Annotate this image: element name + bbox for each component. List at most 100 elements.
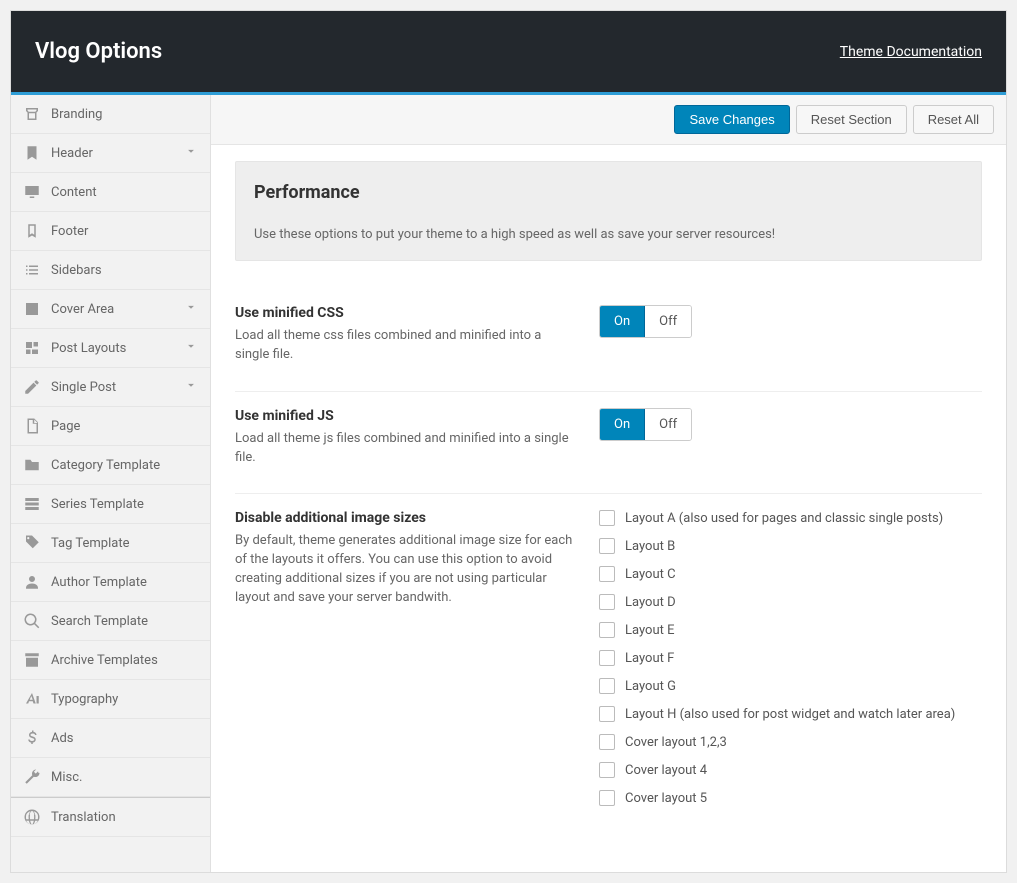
bookmark-outline-icon <box>23 222 41 240</box>
user-icon <box>23 573 41 591</box>
sidebar-item-tag-template[interactable]: Tag Template <box>11 524 210 563</box>
sidebar-label: Ads <box>51 731 74 746</box>
save-changes-button[interactable]: Save Changes <box>674 105 789 134</box>
sidebar-item-misc[interactable]: Misc. <box>11 758 210 797</box>
content-area: Save Changes Reset Section Reset All Per… <box>211 95 1006 872</box>
sidebar-label: Page <box>51 419 80 434</box>
sidebar-label: Category Template <box>51 458 160 473</box>
field-title: Use minified CSS <box>235 305 575 321</box>
section-description: Use these options to put your theme to a… <box>254 227 963 242</box>
checkbox-icon <box>599 510 615 526</box>
sidebar-label: Single Post <box>51 380 116 395</box>
checkbox-layout-d[interactable]: Layout D <box>599 594 982 610</box>
checkbox-icon <box>599 538 615 554</box>
sidebar-item-footer[interactable]: Footer <box>11 212 210 251</box>
chevron-down-icon <box>184 339 198 357</box>
checkbox-label: Layout H (also used for post widget and … <box>625 707 955 722</box>
sidebar-item-sidebars[interactable]: Sidebars <box>11 251 210 290</box>
sidebar-item-typography[interactable]: Typography <box>11 680 210 719</box>
sidebar-item-series-template[interactable]: Series Template <box>11 485 210 524</box>
field-description: By default, theme generates additional i… <box>235 532 575 607</box>
sidebar-item-author-template[interactable]: Author Template <box>11 563 210 602</box>
typography-icon <box>23 690 41 708</box>
sidebar-label: Tag Template <box>51 536 129 551</box>
sidebar-item-content[interactable]: Content <box>11 173 210 212</box>
sidebar-label: Translation <box>51 810 116 825</box>
sidebar-item-ads[interactable]: Ads <box>11 719 210 758</box>
checkbox-layout-e[interactable]: Layout E <box>599 622 982 638</box>
checkbox-cover-5[interactable]: Cover layout 5 <box>599 790 982 806</box>
documentation-link[interactable]: Theme Documentation <box>840 44 982 60</box>
field-disable-image-sizes: Disable additional image sizes By defaul… <box>235 494 982 832</box>
section-title: Performance <box>254 182 963 203</box>
checkbox-layout-g[interactable]: Layout G <box>599 678 982 694</box>
monitor-icon <box>23 183 41 201</box>
checkbox-label: Layout F <box>625 651 674 666</box>
pencil-icon <box>23 378 41 396</box>
list-icon <box>23 261 41 279</box>
panel-header: Vlog Options Theme Documentation <box>11 11 1006 95</box>
sidebar-item-page[interactable]: Page <box>11 407 210 446</box>
sidebar-item-cover-area[interactable]: Cover Area <box>11 290 210 329</box>
section-header: Performance Use these options to put you… <box>235 161 982 261</box>
square-icon <box>23 300 41 318</box>
checkbox-icon <box>599 706 615 722</box>
checkbox-icon <box>599 678 615 694</box>
checkbox-label: Layout E <box>625 623 674 638</box>
field-minified-css: Use minified CSS Load all theme css file… <box>235 289 982 392</box>
sidebar-label: Content <box>51 185 97 200</box>
sidebar-label: Footer <box>51 224 88 239</box>
sidebar-item-branding[interactable]: Branding <box>11 95 210 134</box>
sidebar-label: Misc. <box>51 770 82 785</box>
field-title: Use minified JS <box>235 408 575 424</box>
sidebar-item-post-layouts[interactable]: Post Layouts <box>11 329 210 368</box>
sidebar-label: Post Layouts <box>51 341 126 356</box>
checkbox-cover-123[interactable]: Cover layout 1,2,3 <box>599 734 982 750</box>
checkbox-label: Cover layout 1,2,3 <box>625 735 727 750</box>
checkbox-label: Layout C <box>625 567 676 582</box>
toggle-off[interactable]: Off <box>645 306 691 337</box>
dollar-icon <box>23 729 41 747</box>
page-title: Vlog Options <box>35 39 162 64</box>
checkbox-label: Layout B <box>625 539 675 554</box>
checkbox-icon <box>599 650 615 666</box>
checkbox-icon <box>599 790 615 806</box>
checkbox-label: Cover layout 4 <box>625 763 707 778</box>
checkbox-icon <box>599 594 615 610</box>
sidebar-item-category-template[interactable]: Category Template <box>11 446 210 485</box>
checkbox-layout-c[interactable]: Layout C <box>599 566 982 582</box>
checkbox-layout-f[interactable]: Layout F <box>599 650 982 666</box>
field-description: Load all theme css files combined and mi… <box>235 327 575 365</box>
toggle-on[interactable]: On <box>600 306 645 337</box>
folder-icon <box>23 456 41 474</box>
checkbox-label: Layout A (also used for pages and classi… <box>625 511 943 526</box>
sidebar-label: Series Template <box>51 497 144 512</box>
reset-section-button[interactable]: Reset Section <box>796 105 907 134</box>
sidebar-item-header[interactable]: Header <box>11 134 210 173</box>
toggle-off[interactable]: Off <box>645 409 691 440</box>
sidebar-label: Search Template <box>51 614 148 629</box>
options-panel: Vlog Options Theme Documentation Brandin… <box>10 10 1007 873</box>
checkbox-layout-h[interactable]: Layout H (also used for post widget and … <box>599 706 982 722</box>
globe-icon <box>23 808 41 826</box>
checkbox-cover-4[interactable]: Cover layout 4 <box>599 762 982 778</box>
sidebar-item-translation[interactable]: Translation <box>11 797 210 837</box>
toggle-on[interactable]: On <box>600 409 645 440</box>
sidebar-item-search-template[interactable]: Search Template <box>11 602 210 641</box>
field-minified-js: Use minified JS Load all theme js files … <box>235 392 982 495</box>
checkbox-icon <box>599 762 615 778</box>
sidebar-item-single-post[interactable]: Single Post <box>11 368 210 407</box>
checkbox-layout-b[interactable]: Layout B <box>599 538 982 554</box>
checkbox-layout-a[interactable]: Layout A (also used for pages and classi… <box>599 510 982 526</box>
toggle-minified-css[interactable]: On Off <box>599 305 692 338</box>
toggle-minified-js[interactable]: On Off <box>599 408 692 441</box>
checkbox-label: Layout G <box>625 679 676 694</box>
action-bar: Save Changes Reset Section Reset All <box>211 95 1006 145</box>
chevron-down-icon <box>184 300 198 318</box>
sidebar-label: Sidebars <box>51 263 102 278</box>
reset-all-button[interactable]: Reset All <box>913 105 994 134</box>
chevron-down-icon <box>184 144 198 162</box>
sidebar-item-archive-templates[interactable]: Archive Templates <box>11 641 210 680</box>
grid-icon <box>23 339 41 357</box>
sidebar-menu: Branding Header Content Footer Si <box>11 95 210 837</box>
